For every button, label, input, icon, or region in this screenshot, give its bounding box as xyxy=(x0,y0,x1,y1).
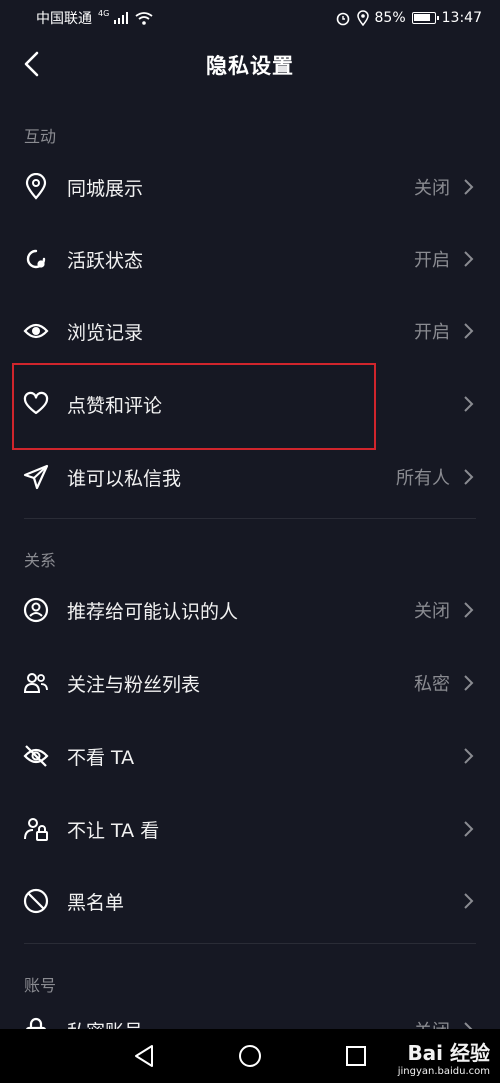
section-header-relations: 关系 xyxy=(24,551,57,570)
row-follow-fans-list[interactable]: 关注与粉丝列表 私密 xyxy=(0,647,500,719)
row-value: 关闭 xyxy=(414,178,450,199)
row-label: 同城展示 xyxy=(67,177,144,200)
chevron-right-icon xyxy=(464,251,474,267)
activity-status-icon xyxy=(26,249,46,269)
row-label: 浏览记录 xyxy=(67,321,144,344)
recents-square-icon[interactable] xyxy=(342,1042,370,1070)
row-value: 关闭 xyxy=(414,601,450,622)
row-label: 谁可以私信我 xyxy=(67,467,182,490)
row-label: 不看 TA xyxy=(67,746,135,769)
row-value: 私密 xyxy=(414,674,450,695)
home-circle-icon[interactable] xyxy=(236,1042,264,1070)
row-label: 不让 TA 看 xyxy=(67,819,160,842)
chevron-right-icon xyxy=(464,821,474,837)
row-blacklist[interactable]: 黑名单 xyxy=(0,865,500,937)
row-local-display[interactable]: 同城展示 关闭 xyxy=(0,151,500,223)
eye-icon xyxy=(23,323,49,339)
status-left: 中国联通 4G xyxy=(36,8,153,28)
signal-icon xyxy=(114,12,129,24)
carrier-label: 中国联通 xyxy=(36,11,92,27)
users-icon xyxy=(23,673,48,693)
chevron-right-icon xyxy=(464,602,474,618)
system-nav-bar: Bai 经验 jingyan.baidu.com xyxy=(0,1029,500,1083)
section-divider xyxy=(24,518,476,519)
row-recommend-to-acquaintances[interactable]: 推荐给可能认识的人 关闭 xyxy=(0,574,500,646)
chevron-right-icon xyxy=(464,469,474,485)
chevron-right-icon xyxy=(464,748,474,764)
user-circle-icon xyxy=(23,597,49,623)
alarm-icon xyxy=(336,12,349,26)
row-value: 所有人 xyxy=(396,468,450,489)
chevron-right-icon xyxy=(464,675,474,691)
user-lock-icon xyxy=(24,818,48,841)
back-triangle-icon[interactable] xyxy=(130,1042,158,1070)
baidu-watermark: Bai 经验 jingyan.baidu.com xyxy=(398,1037,490,1077)
eye-off-icon xyxy=(23,745,49,767)
battery-icon xyxy=(411,12,439,24)
watermark-url: jingyan.baidu.com xyxy=(397,1066,490,1077)
chevron-right-icon xyxy=(464,893,474,909)
status-right: 85% 13:47 xyxy=(335,10,482,26)
block-icon xyxy=(23,888,49,914)
highlight-box xyxy=(12,363,376,450)
section-header-interaction: 互动 xyxy=(24,127,57,146)
battery-percent: 85% xyxy=(374,10,406,26)
row-dont-let-ta-see[interactable]: 不让 TA 看 xyxy=(0,793,500,865)
row-label: 推荐给可能认识的人 xyxy=(67,600,239,623)
row-dont-see-ta[interactable]: 不看 TA xyxy=(0,720,500,792)
section-divider xyxy=(24,943,476,944)
chevron-right-icon xyxy=(464,179,474,195)
section-header-account: 账号 xyxy=(24,976,57,995)
row-value: 开启 xyxy=(414,250,450,271)
clock: 13:47 xyxy=(441,10,482,26)
page-title: 隐私设置 xyxy=(206,54,294,78)
row-browse-history[interactable]: 浏览记录 开启 xyxy=(0,295,500,367)
send-icon xyxy=(23,464,49,490)
watermark-brand: Bai 经验 xyxy=(407,1041,490,1065)
row-label: 关注与粉丝列表 xyxy=(67,673,201,696)
row-active-status[interactable]: 活跃状态 开启 xyxy=(0,223,500,295)
status-bar: 中国联通 4G 85% 13:47 xyxy=(0,0,500,36)
location-pin-icon xyxy=(25,173,47,200)
wifi-icon xyxy=(135,11,153,25)
location-status-icon xyxy=(356,10,369,26)
row-value: 开启 xyxy=(414,322,450,343)
network-type: 4G xyxy=(98,8,110,18)
nav-bar: 隐私设置 xyxy=(0,36,500,94)
row-who-can-message[interactable]: 谁可以私信我 所有人 xyxy=(0,441,500,513)
row-label: 活跃状态 xyxy=(67,249,144,272)
row-label: 黑名单 xyxy=(67,891,125,914)
chevron-right-icon xyxy=(464,396,474,412)
chevron-right-icon xyxy=(464,323,474,339)
